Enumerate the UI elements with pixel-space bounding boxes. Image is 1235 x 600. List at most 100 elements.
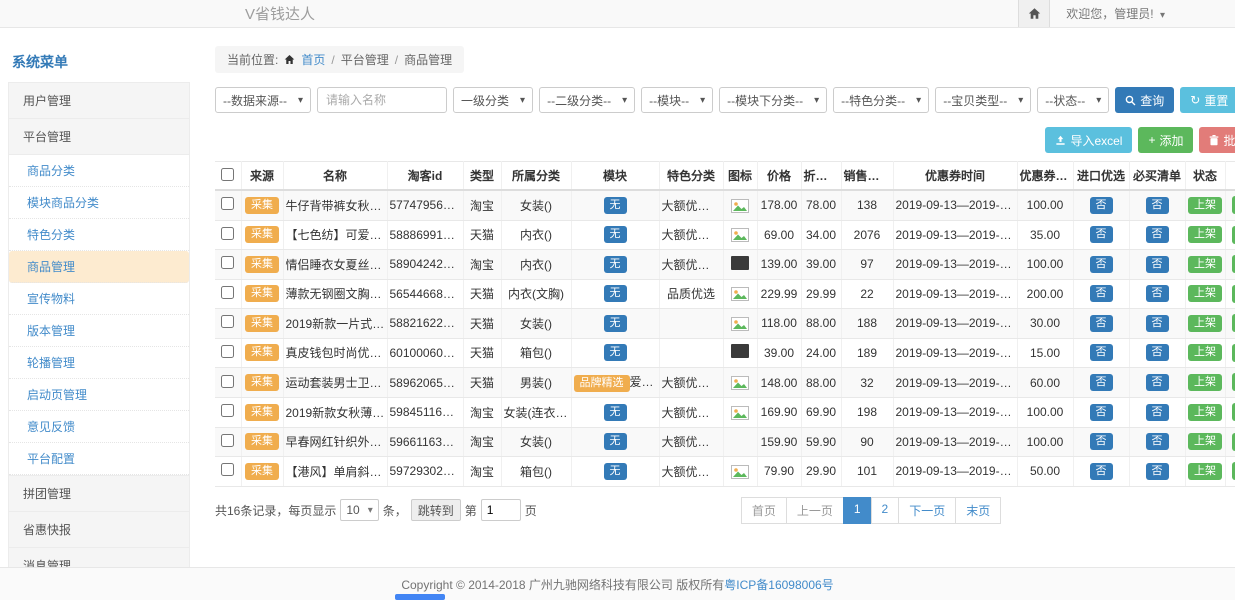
status-badge[interactable]: 上架 (1188, 374, 1222, 391)
sidebar-item[interactable]: 版本管理 (9, 315, 189, 347)
filter-select[interactable]: --状态--▾ (1037, 87, 1109, 113)
imported-toggle[interactable]: 否 (1090, 463, 1113, 480)
search-button[interactable]: 查询 (1115, 87, 1174, 113)
product-name: 2019新款女秋薄款... (283, 398, 387, 428)
column-header: 销售数量 (841, 162, 893, 191)
sidebar-item[interactable]: 启动页管理 (9, 379, 189, 411)
must-buy-toggle[interactable]: 否 (1146, 226, 1169, 243)
add-button[interactable]: + 添加 (1138, 127, 1193, 153)
status-badge[interactable]: 上架 (1188, 197, 1222, 214)
jump-button[interactable]: 跳转到 (411, 499, 461, 521)
sidebar-item[interactable]: 商品分类 (9, 155, 189, 187)
imported-toggle[interactable]: 否 (1090, 404, 1113, 421)
row-checkbox[interactable] (221, 434, 234, 447)
row-checkbox[interactable] (221, 463, 234, 476)
imported-toggle[interactable]: 否 (1090, 226, 1113, 243)
page-link[interactable]: 上一页 (786, 497, 844, 524)
import-excel-button[interactable]: 导入excel (1045, 127, 1132, 153)
chevron-down-icon: ▾ (298, 95, 303, 106)
breadcrumb-home-link[interactable]: 首页 (301, 51, 325, 68)
coupon-amount: 60.00 (1017, 368, 1073, 398)
product-category: 男装() (501, 368, 571, 398)
must-buy-toggle[interactable]: 否 (1146, 463, 1169, 480)
status-badge[interactable]: 上架 (1188, 433, 1222, 450)
must-buy-toggle[interactable]: 否 (1146, 285, 1169, 302)
status-badge[interactable]: 上架 (1188, 285, 1222, 302)
sales-count: 198 (841, 398, 893, 428)
coupon-time: 2019-09-13—2019-09-17 (893, 279, 1017, 309)
sidebar-item[interactable]: 特色分类 (9, 219, 189, 251)
chevron-down-icon: ▾ (520, 95, 525, 106)
must-buy-toggle[interactable]: 否 (1146, 344, 1169, 361)
page-link[interactable]: 2 (871, 497, 900, 524)
filter-select[interactable]: --宝贝类型--▾ (935, 87, 1031, 113)
status-badge[interactable]: 上架 (1188, 463, 1222, 480)
must-buy-toggle[interactable]: 否 (1146, 256, 1169, 273)
status-badge[interactable]: 上架 (1188, 344, 1222, 361)
sidebar-item[interactable]: 商品管理 (9, 251, 189, 283)
icp-link[interactable]: 粤ICP备16098006号 (724, 576, 833, 593)
sidebar-item[interactable]: 轮播管理 (9, 347, 189, 379)
imported-toggle[interactable]: 否 (1090, 374, 1113, 391)
must-buy-toggle[interactable]: 否 (1146, 315, 1169, 332)
row-checkbox[interactable] (221, 286, 234, 299)
filter-select[interactable]: --二级分类--▾ (539, 87, 635, 113)
product-type: 天猫 (463, 279, 501, 309)
source-badge: 采集 (245, 315, 279, 332)
sidebar-group[interactable]: 平台管理 (8, 118, 190, 154)
filter-select[interactable]: --特色分类--▾ (833, 87, 929, 113)
imported-toggle[interactable]: 否 (1090, 344, 1113, 361)
source-select[interactable]: --数据来源-- ▾ (215, 87, 311, 113)
row-checkbox[interactable] (221, 315, 234, 328)
filter-select[interactable]: 一级分类▾ (453, 87, 533, 113)
row-checkbox[interactable] (221, 404, 234, 417)
batch-delete-button[interactable]: 批量删除 (1199, 127, 1235, 153)
sidebar-item[interactable]: 模块商品分类 (9, 187, 189, 219)
home-button[interactable] (1018, 0, 1050, 27)
imported-toggle[interactable]: 否 (1090, 315, 1113, 332)
coupon-amount: 100.00 (1017, 190, 1073, 220)
filter-select[interactable]: --模块下分类--▾ (719, 87, 827, 113)
taoke-id: 565446685867 (387, 279, 463, 309)
row-checkbox[interactable] (221, 375, 234, 388)
page-link[interactable]: 末页 (955, 497, 1001, 524)
page-number-input[interactable] (481, 499, 521, 521)
reset-button[interactable]: ↻ 重置 (1180, 87, 1235, 113)
name-search-input[interactable] (317, 87, 447, 113)
row-checkbox[interactable] (221, 227, 234, 240)
must-buy-toggle[interactable]: 否 (1146, 433, 1169, 450)
must-buy-toggle[interactable]: 否 (1146, 374, 1169, 391)
status-badge[interactable]: 上架 (1188, 404, 1222, 421)
sidebar-item[interactable]: 宣传物料 (9, 283, 189, 315)
row-checkbox[interactable] (221, 197, 234, 210)
select-all-checkbox[interactable] (221, 168, 234, 181)
page-link[interactable]: 1 (843, 497, 872, 524)
must-buy-toggle[interactable]: 否 (1146, 404, 1169, 421)
row-checkbox[interactable] (221, 256, 234, 269)
sidebar-group[interactable]: 用户管理 (8, 82, 190, 118)
filter-select[interactable]: --模块--▾ (641, 87, 713, 113)
status-badge[interactable]: 上架 (1188, 315, 1222, 332)
imported-toggle[interactable]: 否 (1090, 433, 1113, 450)
per-page-select[interactable]: 10 ▾ (340, 499, 378, 521)
sidebar-group[interactable]: 消息管理 (8, 547, 190, 567)
page-link[interactable]: 首页 (741, 497, 787, 524)
module-badge: 无 (604, 463, 627, 480)
must-buy-toggle[interactable]: 否 (1146, 197, 1169, 214)
imported-toggle[interactable]: 否 (1090, 285, 1113, 302)
imported-toggle[interactable]: 否 (1090, 197, 1113, 214)
status-badge[interactable]: 上架 (1188, 256, 1222, 273)
search-icon (1125, 95, 1136, 106)
sidebar-item[interactable]: 意见反馈 (9, 411, 189, 443)
imported-toggle[interactable]: 否 (1090, 256, 1113, 273)
user-menu[interactable]: 欢迎您，管理员! ▾ (1050, 5, 1235, 22)
status-badge[interactable]: 上架 (1188, 226, 1222, 243)
sidebar-group[interactable]: 省惠快报 (8, 511, 190, 547)
sidebar-item[interactable]: 平台配置 (9, 443, 189, 475)
product-category: 箱包() (501, 457, 571, 487)
column-header: 必买清单 (1129, 162, 1185, 191)
sidebar-group[interactable]: 拼团管理 (8, 475, 190, 511)
page-link[interactable]: 下一页 (898, 497, 956, 524)
module-badge: 无 (604, 404, 627, 421)
row-checkbox[interactable] (221, 345, 234, 358)
